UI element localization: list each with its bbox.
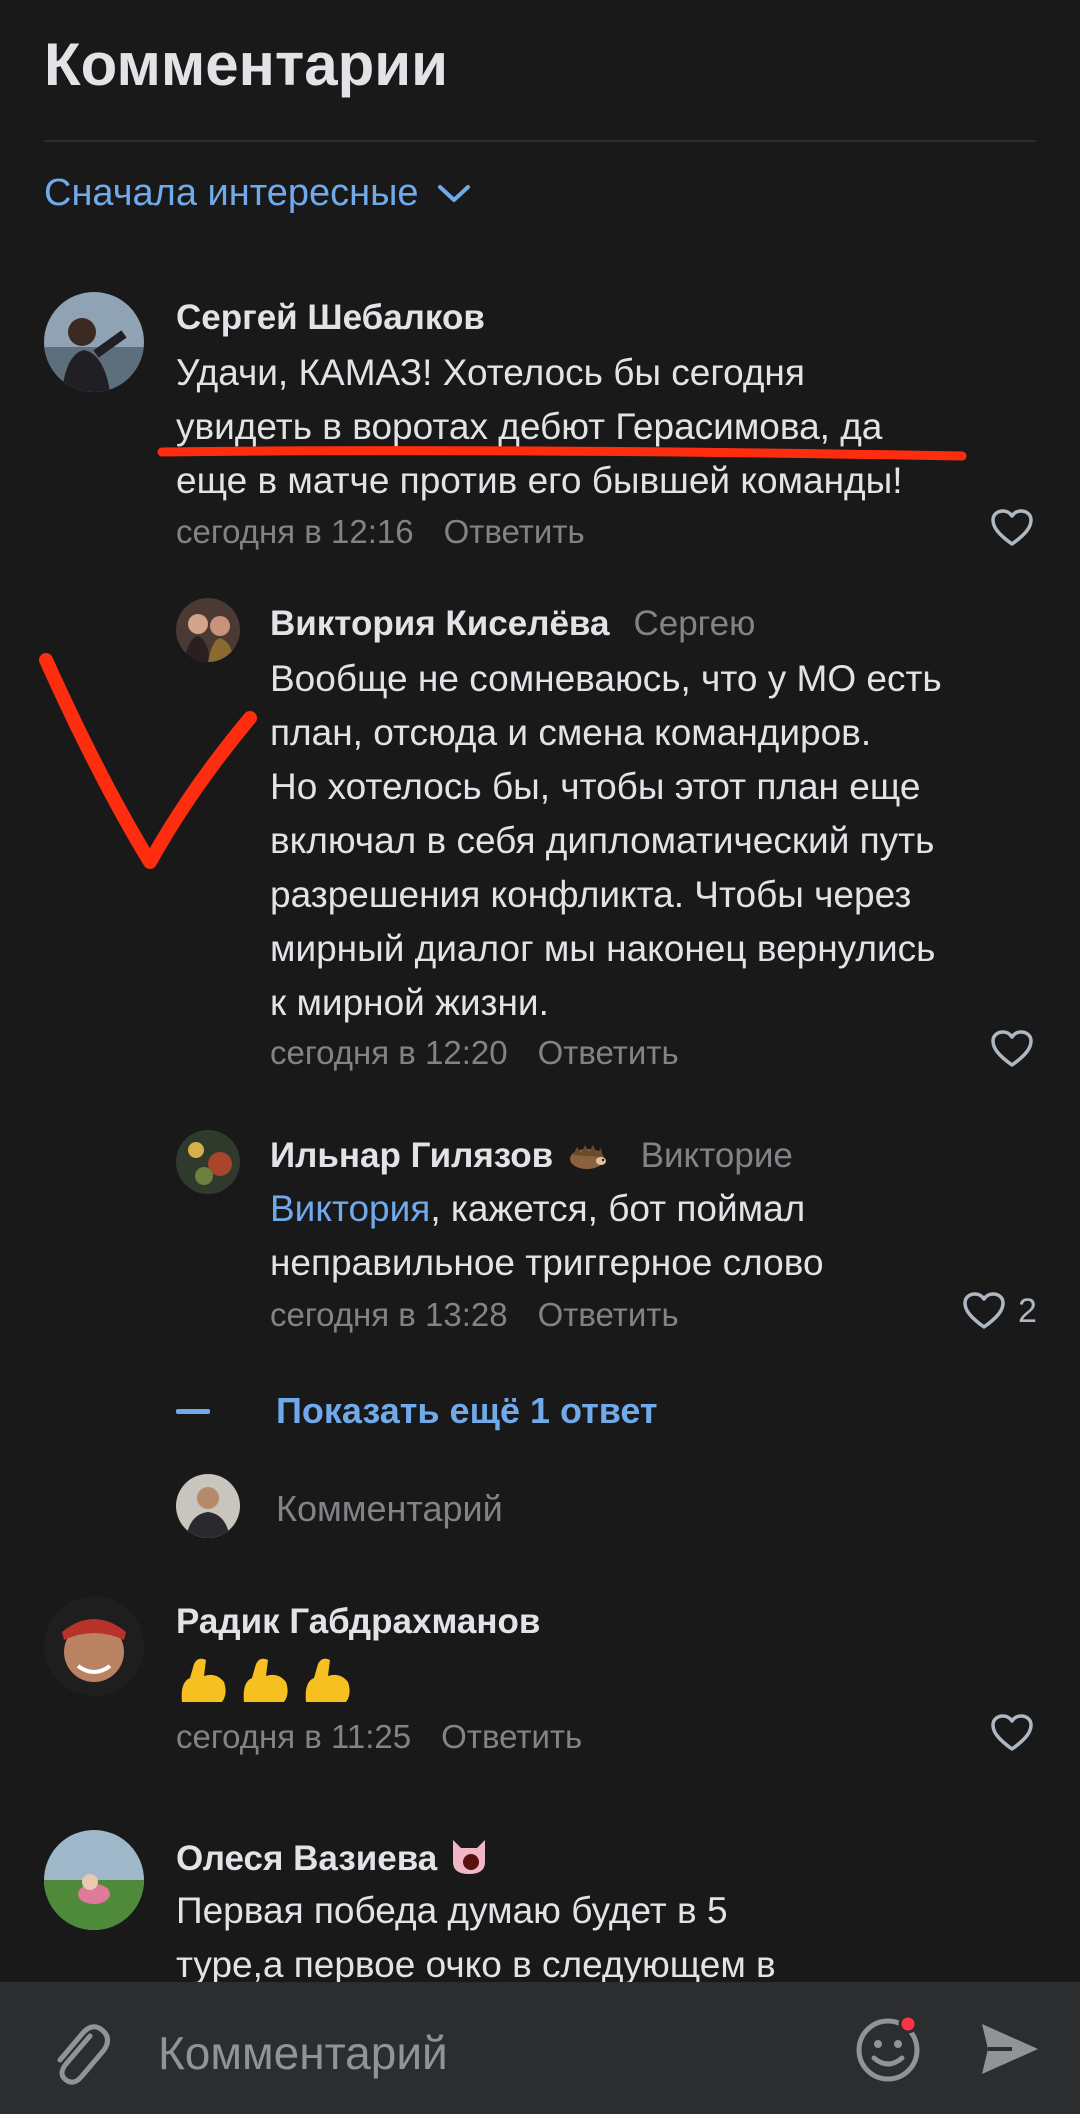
heart-icon — [963, 1292, 1005, 1329]
like-button[interactable] — [990, 1029, 1034, 1069]
reply-to[interactable]: Сергею — [633, 604, 755, 643]
flexed-biceps-emoji — [181, 1658, 350, 1702]
comment-author[interactable]: Олеся Вазиева — [176, 1836, 491, 1879]
mention-link[interactable]: Виктория — [270, 1188, 430, 1229]
sort-label: Сначала интересные — [44, 172, 419, 214]
heart-icon — [991, 1714, 1033, 1751]
comment-text: Виктория, кажется, бот поймал неправильн… — [270, 1188, 824, 1283]
comment-time: сегодня в 11:25 — [176, 1718, 412, 1755]
like-button[interactable] — [990, 508, 1034, 548]
comment-emoji — [176, 1652, 356, 1713]
my-avatar — [176, 1474, 240, 1538]
send-icon[interactable] — [978, 2018, 1042, 2080]
comment-text: Первая победа думаю будет в 5 туре,а пер… — [176, 1890, 776, 1985]
comment-time: сегодня в 12:20 — [270, 1034, 508, 1071]
chevron-down-icon — [437, 184, 470, 202]
comment-author[interactable]: Ильнар Гилязов Викторие — [270, 1136, 793, 1176]
heart-icon — [991, 1030, 1033, 1067]
notification-dot — [898, 2014, 918, 2034]
comment-text: Вообще не сомневаюсь, что у МО есть план… — [270, 658, 942, 1023]
heart-icon — [991, 509, 1033, 546]
show-more-replies[interactable]: Показать ещё 1 ответ — [176, 1390, 658, 1432]
like-button[interactable]: 2 — [962, 1291, 1037, 1331]
comment-author[interactable]: Сергей Шебалков — [176, 298, 485, 338]
avatar[interactable] — [44, 1830, 144, 1930]
avatar[interactable] — [44, 292, 144, 392]
reply-button[interactable]: Ответить — [538, 1296, 679, 1333]
comment-meta: сегодня в 13:28 Ответить — [270, 1296, 679, 1334]
paperclip-icon[interactable] — [46, 2018, 110, 2086]
reply-to[interactable]: Викторие — [641, 1136, 793, 1175]
sort-dropdown[interactable]: Сначала интересные — [44, 172, 471, 215]
dash-icon — [176, 1408, 210, 1414]
reply-button[interactable]: Ответить — [444, 513, 585, 550]
like-count: 2 — [1018, 1291, 1037, 1330]
comment-input[interactable]: Комментарий — [158, 2026, 448, 2080]
comment-time: сегодня в 12:16 — [176, 513, 414, 550]
like-button[interactable] — [990, 1713, 1034, 1753]
reply-input[interactable]: Комментарий — [276, 1488, 503, 1530]
header-divider — [44, 140, 1036, 142]
comment-meta: сегодня в 12:20 Ответить — [270, 1034, 679, 1072]
comment-author[interactable]: Радик Габдрахманов — [176, 1602, 540, 1642]
cat-face-emoji — [452, 1840, 485, 1874]
comment-meta: сегодня в 11:25 Ответить — [176, 1718, 582, 1756]
avatar[interactable] — [176, 598, 240, 662]
avatar[interactable] — [176, 1130, 240, 1194]
reply-button[interactable]: Ответить — [538, 1034, 679, 1071]
comment-author[interactable]: Виктория Киселёва Сергею — [270, 604, 755, 644]
page-title: Комментарии — [44, 31, 449, 98]
comment-meta: сегодня в 12:16 Ответить — [176, 513, 585, 551]
emoji-icon[interactable] — [852, 2012, 924, 2084]
avatar[interactable] — [44, 1596, 144, 1696]
hedgehog-emoji — [569, 1145, 606, 1169]
show-more-label: Показать ещё 1 ответ — [276, 1390, 658, 1431]
reply-button[interactable]: Ответить — [441, 1718, 582, 1755]
checkmark-annotation — [39, 653, 257, 869]
comment-text: Удачи, КАМАЗ! Хотелось бы сегодня увидет… — [176, 352, 903, 501]
comment-time: сегодня в 13:28 — [270, 1296, 508, 1333]
